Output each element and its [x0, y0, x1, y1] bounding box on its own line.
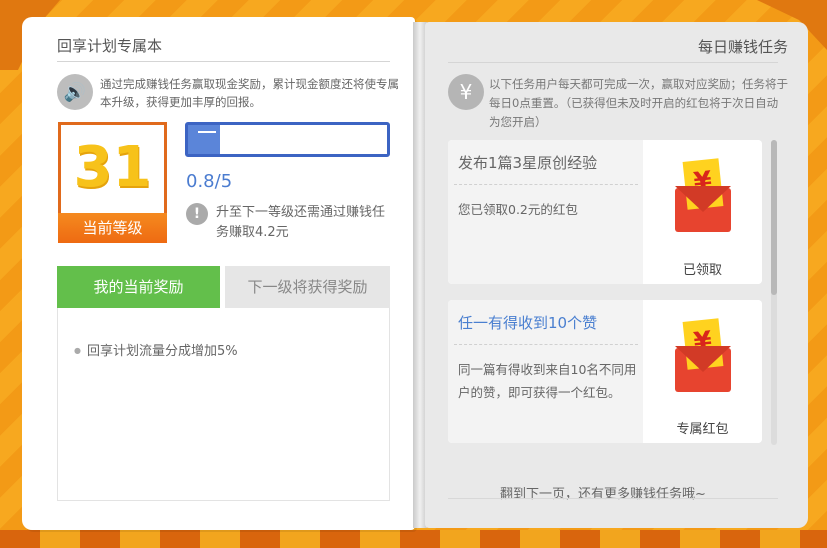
- next-page-hint[interactable]: 翻到下一页，还有更多赚钱任务哦~: [500, 483, 706, 502]
- left-page: 回享计划专属本 🔊 通过完成赚钱任务赢取现金奖励，累计现金额度还将使专属本升级，…: [22, 17, 415, 530]
- task-description: 您已领取0.2元的红包: [458, 202, 578, 217]
- intro-text: 通过完成赚钱任务赢取现金奖励，累计现金额度还将使专属本升级，获得更加丰厚的回报。: [100, 77, 399, 109]
- reward-item: 回享计划流量分成增加5%: [74, 340, 238, 359]
- task-divider: [454, 184, 638, 185]
- red-envelope-icon[interactable]: ¥: [675, 158, 731, 232]
- task-list-scrollbar[interactable]: [771, 140, 777, 445]
- progress-fill: [188, 125, 220, 154]
- frame-bottom-border: [0, 530, 827, 548]
- right-page: 每日赚钱任务 ¥ 以下任务用户每天都可完成一次，赢取对应奖励；任务将于每日0点重…: [425, 22, 808, 528]
- task-status: 已领取: [682, 263, 722, 278]
- level-label: 当前等级: [58, 213, 167, 243]
- speaker-icon: 🔊: [57, 74, 93, 110]
- title-divider: [448, 62, 778, 63]
- reward-tabs: 我的当前奖励 下一级将获得奖励: [57, 266, 390, 308]
- title-divider: [57, 61, 390, 62]
- yen-icon: ¥: [448, 74, 484, 110]
- upgrade-hint: 升至下一等级还需通过赚钱任务赚取4.2元: [216, 205, 386, 240]
- reward-panel: 回享计划流量分成增加5%: [57, 308, 390, 501]
- task-description: 同一篇有得收到来自10名不同用户的赞，即可获得一个红包。: [458, 362, 637, 400]
- level-number: 31: [73, 135, 152, 200]
- scrollbar-thumb[interactable]: [771, 140, 777, 295]
- level-badge: 31 当前等级: [58, 122, 167, 243]
- task-card[interactable]: 任一有得收到10个赞 同一篇有得收到来自10名不同用户的赞，即可获得一个红包。 …: [448, 300, 762, 443]
- task-card[interactable]: 发布1篇3星原创经验 您已领取0.2元的红包 ¥ 已领取: [448, 140, 762, 284]
- task-title[interactable]: 发布1篇3星原创经验: [458, 152, 597, 173]
- progress-value: 0.8/5: [186, 171, 233, 192]
- tab-next-level-reward[interactable]: 下一级将获得奖励: [225, 266, 390, 308]
- exclamation-icon: !: [186, 203, 208, 225]
- task-status: 专属红包: [676, 422, 729, 437]
- right-page-title: 每日赚钱任务: [697, 38, 788, 56]
- tasks-intro-text: 以下任务用户每天都可完成一次，赢取对应奖励；任务将于每日0点重置。（已获得但未及…: [489, 77, 788, 129]
- task-title[interactable]: 任一有得收到10个赞: [458, 312, 597, 333]
- footer-divider: [448, 498, 778, 499]
- task-divider: [454, 344, 638, 345]
- level-progress-bar: [185, 122, 390, 157]
- left-page-title: 回享计划专属本: [57, 37, 163, 55]
- tab-current-reward[interactable]: 我的当前奖励: [57, 266, 220, 308]
- red-envelope-icon[interactable]: ¥: [675, 318, 731, 392]
